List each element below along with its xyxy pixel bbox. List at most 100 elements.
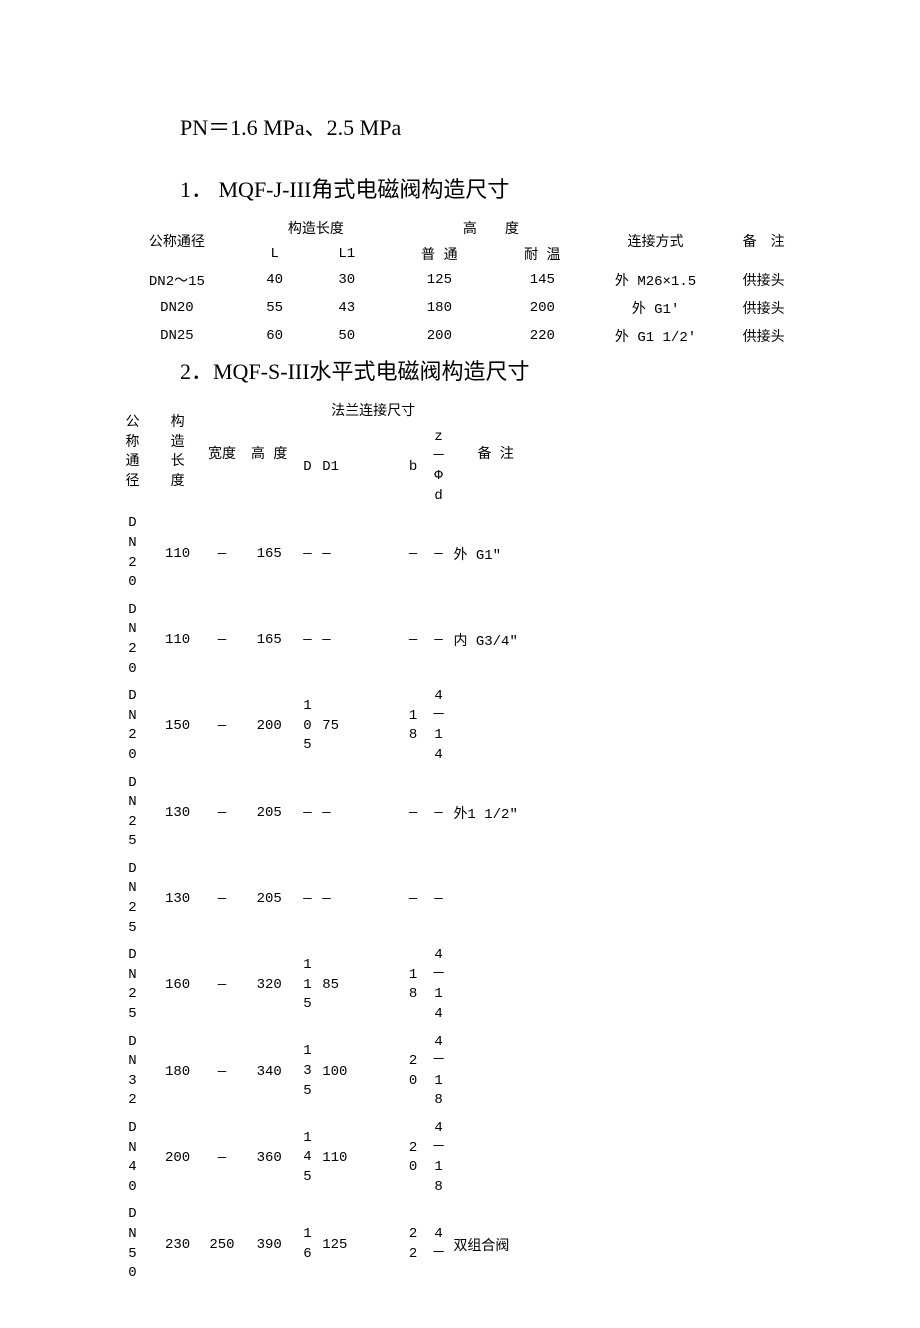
cell-D1: 75: [320, 683, 400, 769]
cell-D1: 125: [320, 1201, 400, 1287]
cell-normal: 180: [388, 294, 491, 322]
cell-D: 1 4 5: [295, 1115, 320, 1201]
cell-z: —: [426, 597, 452, 683]
hdr-height: 高 度: [244, 396, 295, 510]
cell-b: —: [400, 856, 425, 942]
hdr-length-group: 构造长度: [244, 214, 388, 240]
hdr-length: 构 造 长 度: [155, 396, 200, 510]
hdr-remark: 备 注: [451, 396, 540, 510]
cell-len: 150: [155, 683, 200, 769]
cell-h: 320: [244, 942, 295, 1028]
cell-dn: D N 2 0: [110, 597, 155, 683]
cell-w: —: [200, 1029, 243, 1115]
cell-dn: D N 2 5: [110, 942, 155, 1028]
table-row: D N 4 0 200 — 360 1 4 5 110 2 0 4 － 1 8: [110, 1115, 540, 1201]
cell-D1: —: [320, 510, 400, 596]
cell-D: 1 1 5: [295, 942, 320, 1028]
table-angle-valve: 公称通径 构造长度 高 度 连接方式 备 注 L L1 普 通 耐 温 DN2～…: [110, 214, 810, 350]
cell-h: 165: [244, 597, 295, 683]
cell-b: 2 0: [400, 1115, 425, 1201]
cell-D: 1 3 5: [295, 1029, 320, 1115]
table-row: D N 3 2 180 — 340 1 3 5 100 2 0 4 － 1 8: [110, 1029, 540, 1115]
cell-D1: 85: [320, 942, 400, 1028]
cell-h: 205: [244, 856, 295, 942]
cell-b: 2 2: [400, 1201, 425, 1287]
cell-len: 130: [155, 770, 200, 856]
cell-D1: —: [320, 770, 400, 856]
cell-z: —: [426, 510, 452, 596]
cell-L: 55: [244, 294, 306, 322]
cell-heat: 200: [491, 294, 594, 322]
hdr-L: L: [244, 240, 306, 266]
cell-w: —: [200, 770, 243, 856]
pn-spec-line: PN＝1.6 MPa、2.5 MPa: [180, 110, 810, 142]
cell-rem: [451, 1029, 540, 1115]
cell-z: 4 － 1 4: [426, 683, 452, 769]
hdr-height-group: 高 度: [388, 214, 594, 240]
cell-h: 390: [244, 1201, 295, 1287]
cell-dn: DN20: [110, 294, 244, 322]
cell-rem: 双组合阀: [451, 1201, 540, 1287]
cell-dn: D N 4 0: [110, 1115, 155, 1201]
cell-D: —: [295, 510, 320, 596]
cell-dn: D N 2 0: [110, 683, 155, 769]
cell-heat: 145: [491, 266, 594, 294]
cell-z: 4 －: [426, 1201, 452, 1287]
cell-rem: 供接头: [717, 294, 810, 322]
cell-dn: D N 2 5: [110, 770, 155, 856]
cell-L: 60: [244, 322, 306, 350]
cell-rem: [451, 856, 540, 942]
cell-len: 110: [155, 597, 200, 683]
cell-L1: 30: [306, 266, 388, 294]
cell-h: 205: [244, 770, 295, 856]
cell-z: 4 － 1 4: [426, 942, 452, 1028]
cell-D: —: [295, 770, 320, 856]
document-page: PN＝1.6 MPa、2.5 MPa 1． MQF-J-III角式电磁阀构造尺寸…: [0, 0, 920, 1328]
cell-heat: 220: [491, 322, 594, 350]
cell-b: 1 8: [400, 942, 425, 1028]
hdr-heat: 耐 温: [491, 240, 594, 266]
table-row: DN20 55 43 180 200 外 G1' 供接头: [110, 294, 810, 322]
cell-L1: 50: [306, 322, 388, 350]
cell-D1: 110: [320, 1115, 400, 1201]
cell-dn: D N 5 0: [110, 1201, 155, 1287]
cell-dn: DN2～15: [110, 266, 244, 294]
cell-len: 110: [155, 510, 200, 596]
cell-rem: 供接头: [717, 266, 810, 294]
cell-rem: [451, 1115, 540, 1201]
cell-len: 200: [155, 1115, 200, 1201]
cell-L: 40: [244, 266, 306, 294]
section2-title: 2．MQF-S-III水平式电磁阀构造尺寸: [180, 354, 810, 386]
cell-w: —: [200, 1115, 243, 1201]
cell-dn: D N 3 2: [110, 1029, 155, 1115]
cell-conn: 外 G1': [594, 294, 718, 322]
cell-L1: 43: [306, 294, 388, 322]
cell-len: 230: [155, 1201, 200, 1287]
cell-rem: [451, 683, 540, 769]
section1-title: 1． MQF-J-III角式电磁阀构造尺寸: [180, 172, 810, 204]
hdr-flange-group: 法兰连接尺寸: [295, 396, 452, 424]
hdr-D1: D1: [320, 424, 400, 510]
hdr-b: b: [400, 424, 425, 510]
hdr-remark: 备 注: [717, 214, 810, 266]
cell-D: —: [295, 856, 320, 942]
cell-D1: —: [320, 597, 400, 683]
cell-D: 1 0 5: [295, 683, 320, 769]
cell-z: 4 － 1 8: [426, 1029, 452, 1115]
cell-b: —: [400, 597, 425, 683]
cell-len: 180: [155, 1029, 200, 1115]
hdr-L1: L1: [306, 240, 388, 266]
cell-D1: —: [320, 856, 400, 942]
cell-b: 1 8: [400, 683, 425, 769]
cell-w: —: [200, 597, 243, 683]
hdr-zphid: z － Φ d: [426, 424, 452, 510]
cell-D1: 100: [320, 1029, 400, 1115]
cell-h: 165: [244, 510, 295, 596]
hdr-D: D: [295, 424, 320, 510]
table-row: D N 2 0 110 — 165 — — — — 外 G1": [110, 510, 540, 596]
cell-w: —: [200, 942, 243, 1028]
cell-z: —: [426, 770, 452, 856]
cell-dn: DN25: [110, 322, 244, 350]
cell-D: —: [295, 597, 320, 683]
cell-w: —: [200, 856, 243, 942]
